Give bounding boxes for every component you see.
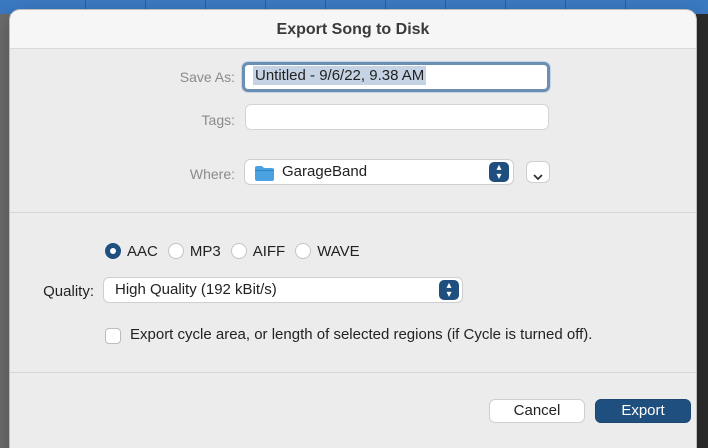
- where-label: Where:: [189, 166, 235, 182]
- save-as-label: Save As:: [179, 69, 235, 85]
- cancel-button[interactable]: Cancel: [489, 399, 585, 423]
- background-panel-right: [696, 14, 708, 448]
- tags-input[interactable]: [245, 104, 549, 130]
- dialog-title: Export Song to Disk: [10, 10, 696, 49]
- export-dialog: Export Song to Disk Save As: Untitled - …: [10, 10, 696, 448]
- tags-label: Tags:: [201, 112, 235, 128]
- format-radio-group: AAC MP3 AIFF WAVE: [105, 242, 370, 263]
- cycle-area-checkbox[interactable]: [105, 328, 121, 344]
- format-radio-aac[interactable]: [105, 242, 121, 259]
- format-radio-aiff[interactable]: [230, 242, 247, 259]
- expand-button[interactable]: [526, 161, 550, 183]
- cycle-area-label: Export cycle area, or length of selected…: [130, 326, 593, 343]
- save-as-value: Untitled - 9/6/22, 9.38 AM: [253, 66, 427, 85]
- up-down-stepper-icon: ▴ ▾: [439, 280, 459, 300]
- quality-value: High Quality (192 kBit/s): [115, 281, 277, 298]
- chevron-down-icon: [533, 168, 543, 186]
- format-radio-wave[interactable]: [295, 242, 312, 259]
- where-value: GarageBand: [282, 163, 368, 180]
- up-down-stepper-icon: ▴ ▾: [489, 162, 509, 182]
- quality-popup[interactable]: High Quality (192 kBit/s) ▴ ▾: [103, 277, 463, 303]
- section-divider: [10, 212, 696, 213]
- folder-icon: [255, 166, 274, 181]
- background-panel-left: [0, 14, 10, 448]
- footer-divider: [10, 372, 696, 373]
- format-radio-mp3[interactable]: [167, 242, 184, 259]
- format-radio-label: AIFF: [252, 243, 286, 261]
- export-button[interactable]: Export: [595, 399, 691, 423]
- where-popup[interactable]: GarageBand ▴ ▾: [244, 159, 514, 185]
- format-radio-label: AAC: [127, 243, 158, 261]
- format-radio-label: MP3: [189, 243, 221, 261]
- quality-label: Quality:: [43, 283, 94, 300]
- save-as-input[interactable]: Untitled - 9/6/22, 9.38 AM: [242, 62, 550, 92]
- format-radio-label: WAVE: [317, 243, 360, 261]
